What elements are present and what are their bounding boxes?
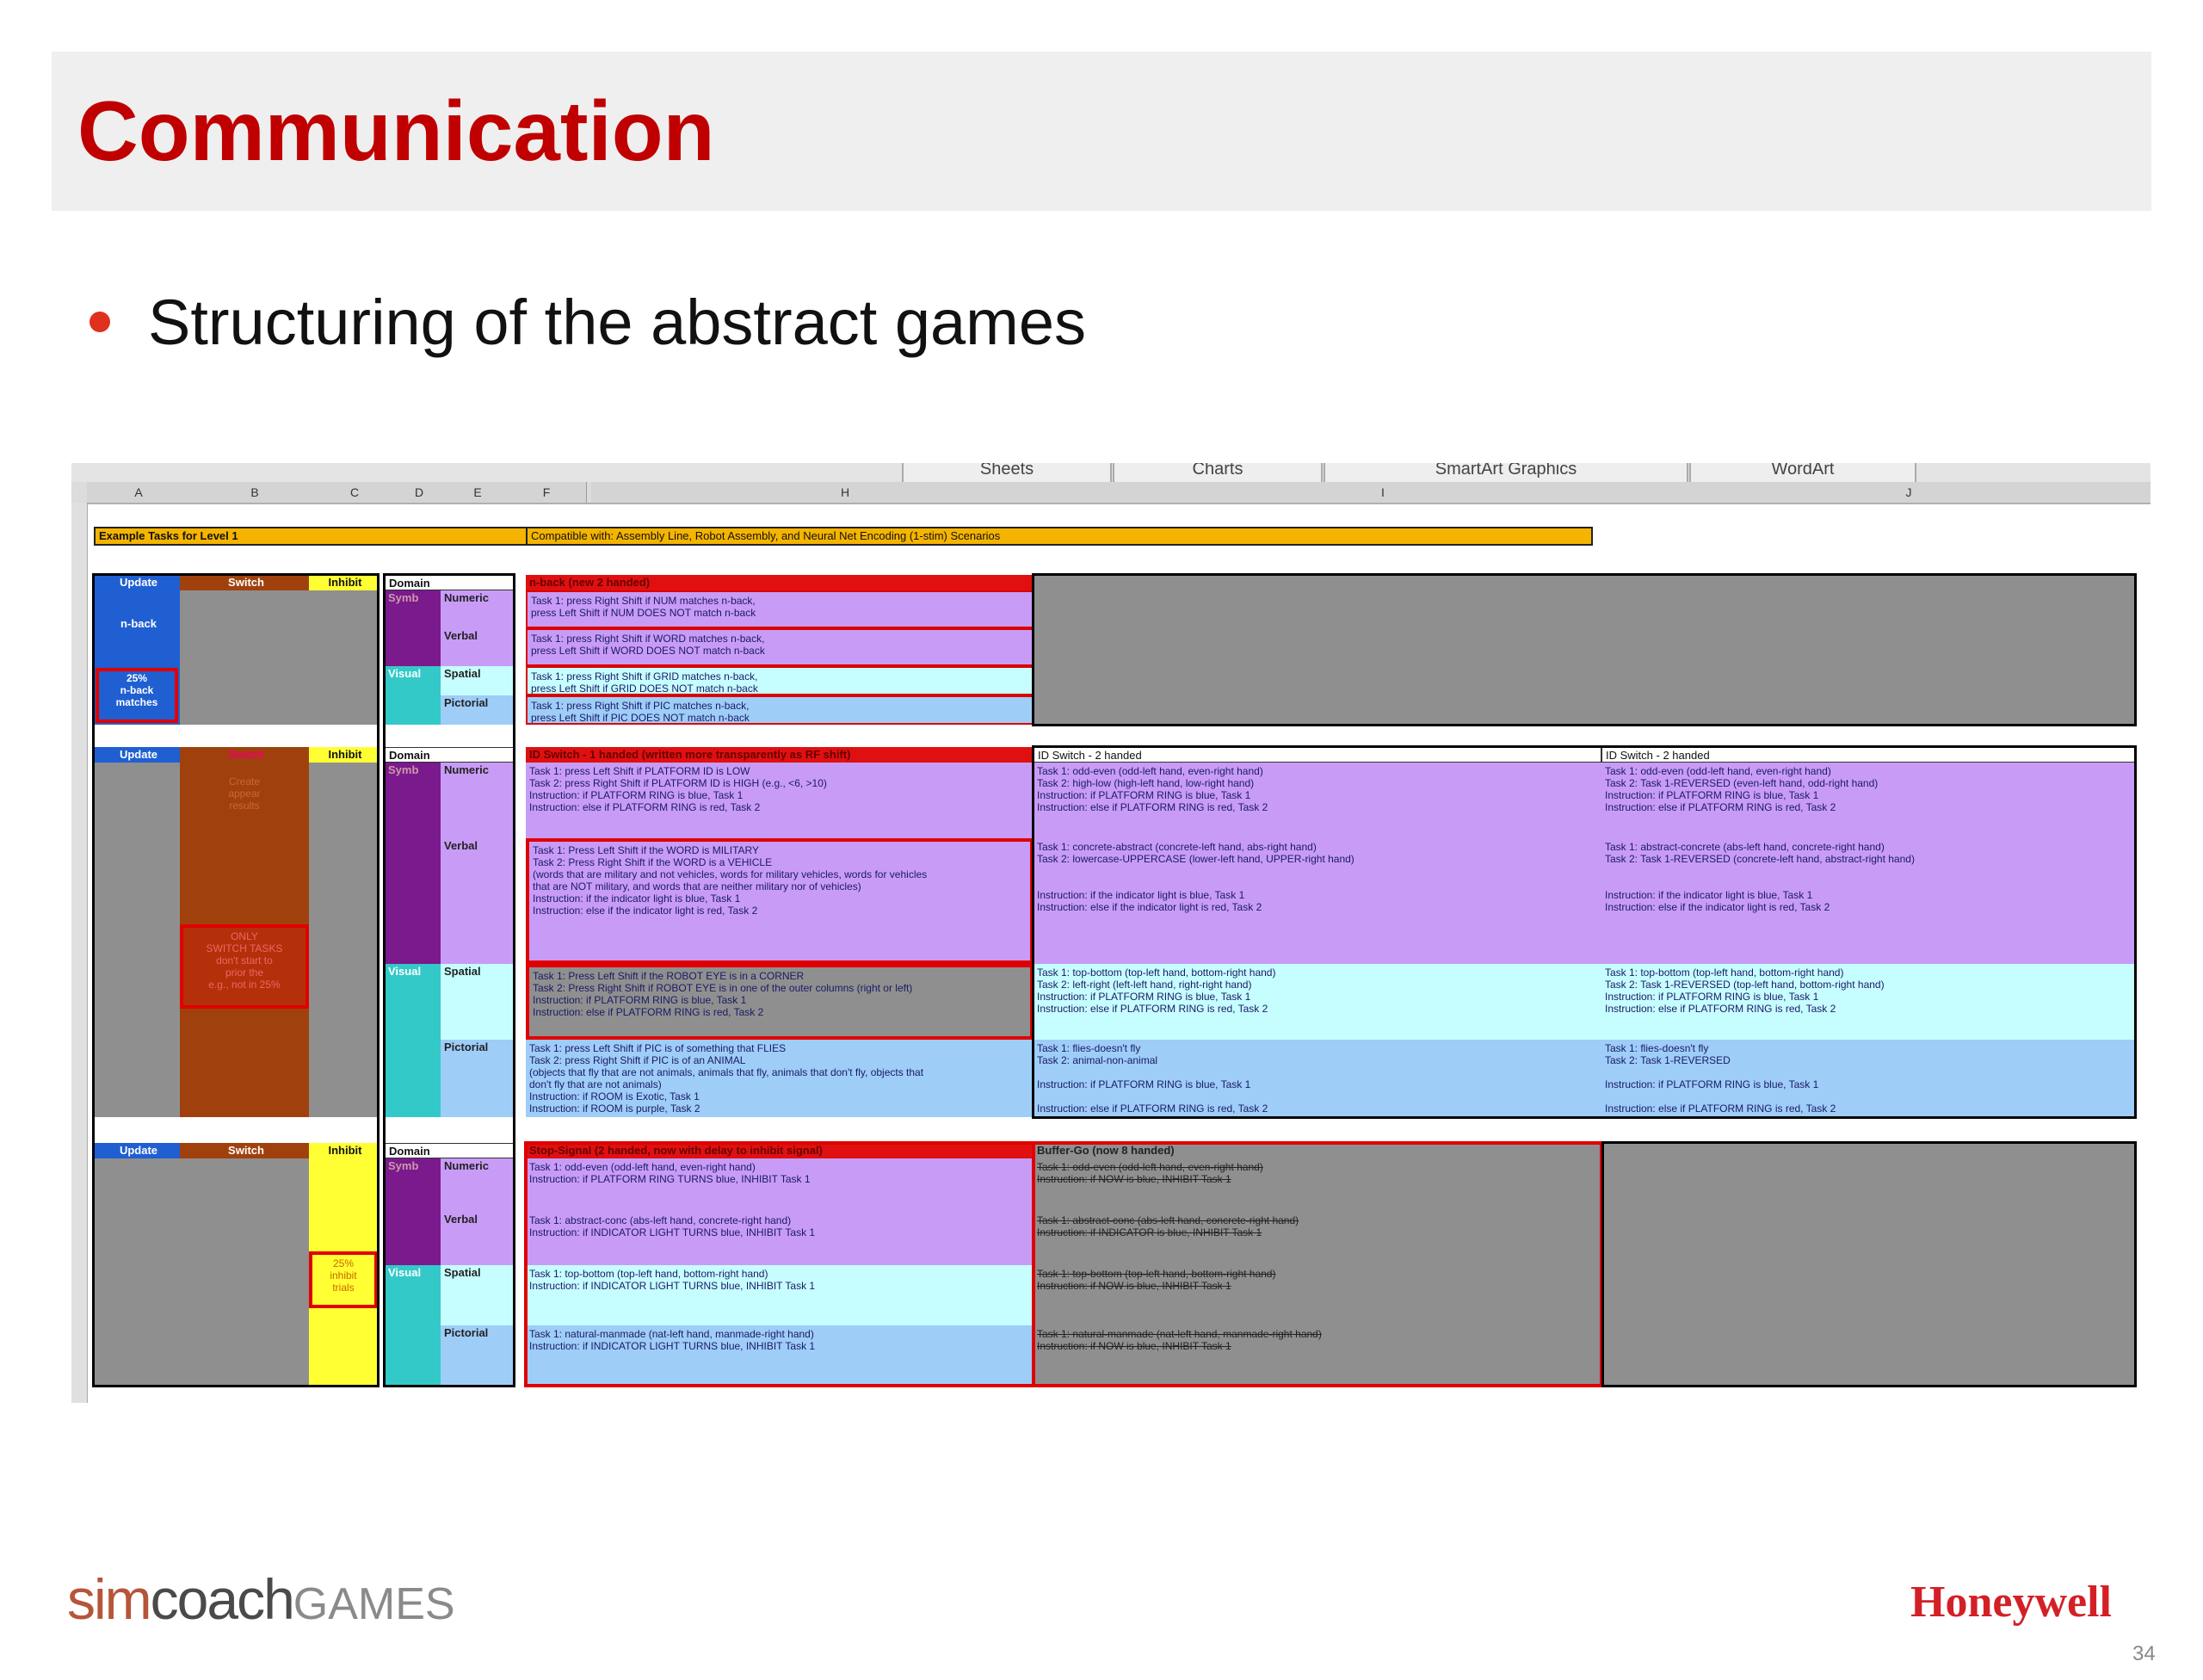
block3-left-highlight [524,1141,1035,1387]
block1-row-pictorial: Task 1: press Right Shift if PIC matches… [526,695,1034,725]
domain-columns-outline [383,573,515,1387]
block3-mid-highlight [1032,1141,1603,1387]
block1-title: n-back (new 2 handed) [526,575,1034,590]
block2-left-pictorial: Task 1: press Left Shift if PIC is of so… [526,1040,1034,1117]
col-header-a: A [87,482,191,503]
block1-row-verbal: Task 1: press Right Shift if WORD matche… [526,628,1034,666]
logo-coach-text: coach [150,1567,295,1631]
block1-outline [1032,573,2137,726]
logo-sim-text: sim [67,1567,152,1631]
block2-left-verbal: Task 1: Press Left Shift if the WORD is … [526,838,1034,964]
block2-outline [1032,745,2137,1119]
simcoach-logo: simcoachGAMES [67,1565,455,1639]
ribbon-tab-charts: Charts [1113,463,1323,482]
ribbon-tab-smartart: SmartArt Graphics [1324,463,1688,482]
bullet-text: Structuring of the abstract games [148,287,1086,358]
col-header-c: C [319,482,391,503]
col-header-b: B [190,482,320,503]
logo-games-text: GAMES [293,1579,455,1629]
block2-left-spatial: Task 1: Press Left Shift if the ROBOT EY… [526,964,1034,1040]
left-columns-outline [92,573,380,1387]
col-header-h: H [591,482,1100,503]
block1-row-numeric: Task 1: press Right Shift if NUM matches… [526,590,1034,628]
left-header: Example Tasks for Level 1 [94,527,584,546]
honeywell-logo: Honeywell [1910,1578,2112,1627]
slide-title: Communication [77,83,715,178]
col-header-e: E [448,482,508,503]
col-header-j: J [1667,482,2151,503]
col-header-d: D [390,482,449,503]
right-header: Compatible with: Assembly Line, Robot As… [526,527,1593,546]
col-header-f: F [507,482,587,503]
col-header-i: I [1099,482,1668,503]
block2-title: ID Switch - 1 handed (written more trans… [526,747,1034,763]
bullet-dot [89,312,110,332]
block1-row-spatial: Task 1: press Right Shift if GRID matche… [526,666,1034,695]
block2-left-numeric: Task 1: press Left Shift if PLATFORM ID … [526,763,1034,838]
page-number: 34 [2132,1642,2156,1665]
row-header-bar [71,503,88,1403]
ribbon-tab-wordart: WordArt [1689,463,1916,482]
spreadsheet-image: Sheets Charts SmartArt Graphics WordArt … [71,463,2151,1403]
block3-right-outline [1601,1141,2137,1387]
ribbon-tab-sheets: Sheets [902,463,1112,482]
